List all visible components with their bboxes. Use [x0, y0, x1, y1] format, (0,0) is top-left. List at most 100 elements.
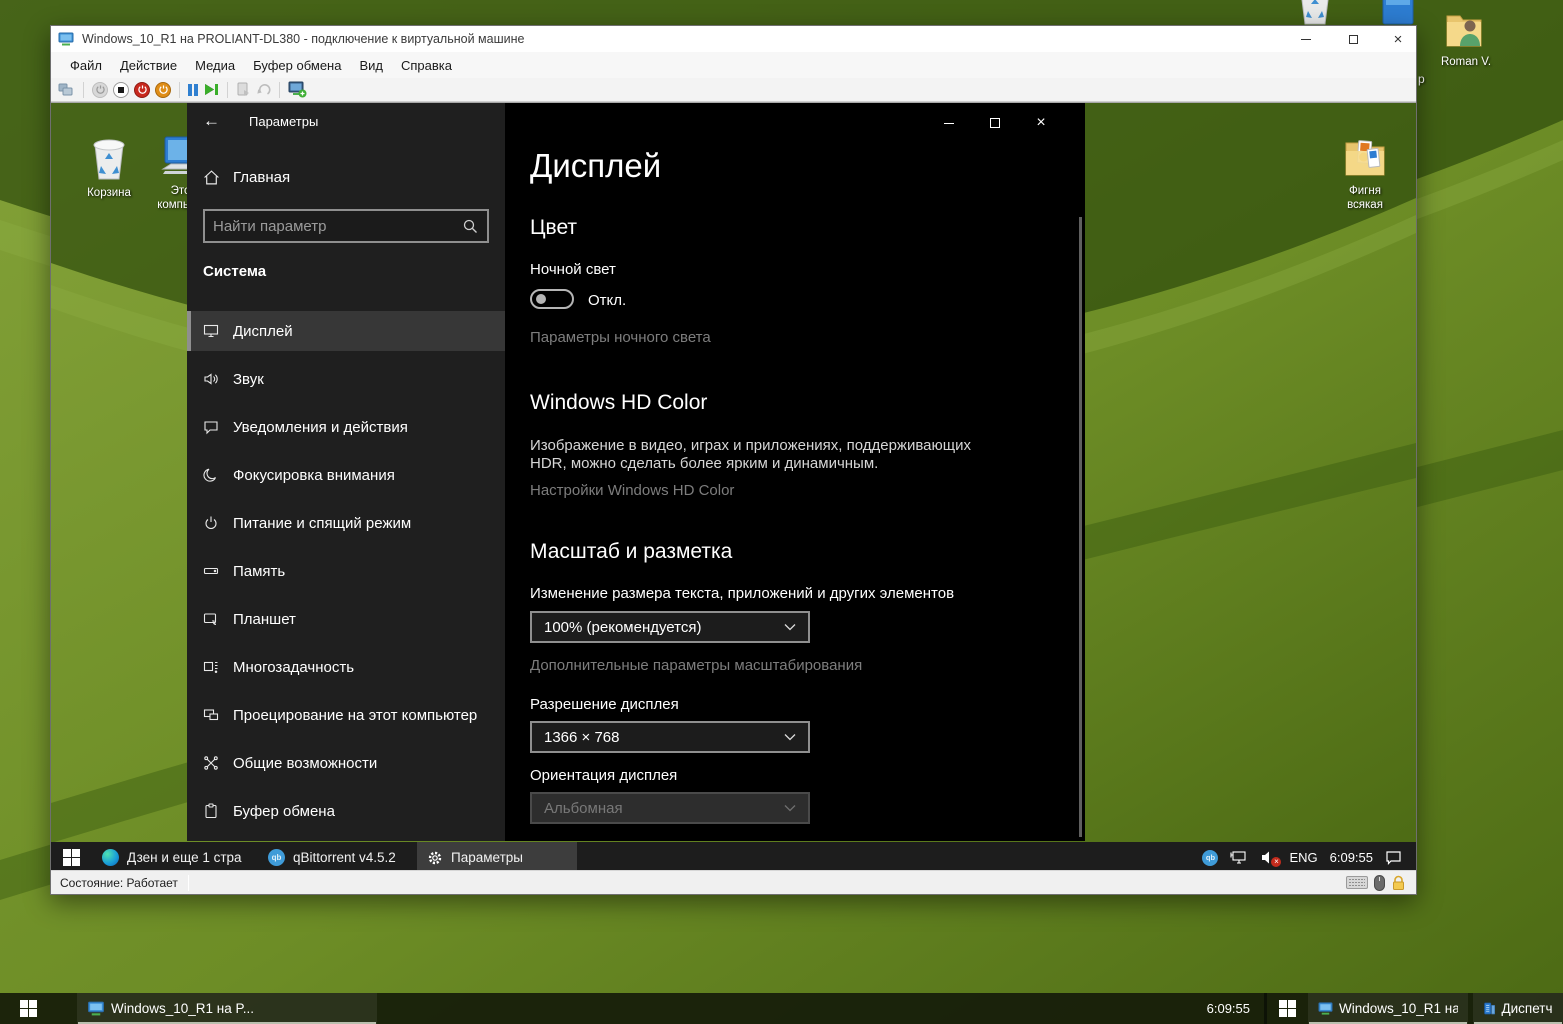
tablet-icon [203, 611, 219, 627]
taskbar-item-label: Windows_10_R1 на P... [1339, 1001, 1458, 1016]
resolution-dropdown[interactable]: 1366 × 768 [530, 721, 810, 753]
sidebar-item-label: Проецирование на этот компьютер [233, 707, 477, 724]
minimize-button[interactable] [1289, 29, 1323, 49]
toolbar-separator [83, 82, 84, 98]
sidebar-item-projecting[interactable]: Проецирование на этот компьютер [187, 695, 505, 735]
menu-action[interactable]: Действие [111, 54, 186, 77]
shut-down-button[interactable] [134, 82, 150, 98]
settings-maximize-button[interactable] [979, 111, 1011, 135]
advanced-scaling-link[interactable]: Дополнительные параметры масштабирования [530, 657, 862, 674]
keyboard-status-icon [1346, 876, 1368, 889]
sidebar-item-sound[interactable]: Звук [187, 359, 505, 399]
icon-label: Корзина [75, 186, 143, 200]
settings-search-box[interactable] [203, 209, 489, 243]
color-heading: Цвет [530, 216, 577, 240]
menu-help[interactable]: Справка [392, 54, 461, 77]
enhanced-session-button[interactable] [288, 81, 307, 98]
vm-taskbar-qbittorrent[interactable]: qb qBittorrent v4.5.2 [258, 842, 415, 872]
sidebar-item-label: Звук [233, 371, 264, 388]
network-tray-icon[interactable] [1230, 850, 1248, 866]
settings-minimize-button[interactable] [933, 111, 965, 135]
search-input[interactable] [205, 218, 463, 235]
sidebar-item-multitasking[interactable]: Многозадачность [187, 647, 505, 687]
lock-status-icon [1391, 875, 1406, 891]
sidebar-item-label: Память [233, 563, 285, 580]
host-taskbar-task-manager[interactable]: Диспетчер [1473, 993, 1563, 1024]
menu-clipboard[interactable]: Буфер обмена [244, 54, 350, 77]
sidebar-item-focus-assist[interactable]: Фокусировка внимания [187, 455, 505, 495]
pause-button[interactable] [188, 84, 198, 96]
vm-desktop-icon-misc-folder[interactable]: Фигня всякая [1331, 135, 1399, 212]
sidebar-item-power-sleep[interactable]: Питание и спящий режим [187, 503, 505, 543]
sidebar-item-clipboard[interactable]: Буфер обмена [187, 791, 505, 831]
sidebar-item-home[interactable]: Главная [233, 169, 290, 186]
vmconnect-titlebar[interactable]: Windows_10_R1 на PROLIANT-DL380 - подклю… [51, 26, 1416, 52]
reset-button[interactable] [203, 83, 219, 96]
hdr-settings-link[interactable]: Настройки Windows HD Color [530, 482, 734, 499]
sidebar-item-label: Планшет [233, 611, 296, 628]
host-clock[interactable]: 6:09:55 [1207, 1001, 1264, 1016]
close-button[interactable]: × [1381, 29, 1415, 49]
settings-sidebar: ← Параметры Главная Система Дисплей [187, 103, 505, 841]
maximize-button[interactable] [1336, 29, 1370, 49]
save-vm-button[interactable] [155, 82, 171, 98]
checkpoint-button[interactable] [236, 82, 251, 97]
night-light-toggle[interactable] [530, 289, 574, 309]
host-start-button-2[interactable] [1267, 1000, 1308, 1017]
night-light-settings-link[interactable]: Параметры ночного света [530, 329, 711, 346]
sidebar-item-label: Дисплей [233, 323, 293, 340]
scale-dropdown[interactable]: 100% (рекомендуется) [530, 611, 810, 643]
hdr-description-line2: HDR, можно сделать более ярким и динамич… [530, 455, 878, 472]
language-indicator[interactable]: ENG [1289, 850, 1317, 865]
toolbar-separator [279, 82, 280, 98]
host-start-button[interactable] [0, 1000, 51, 1017]
turn-off-button[interactable] [113, 82, 129, 98]
sidebar-item-display[interactable]: Дисплей [187, 311, 505, 351]
sidebar-item-label: Буфер обмена [233, 803, 335, 820]
taskbar-item-label: Параметры [451, 850, 523, 865]
page-title: Дисплей [530, 147, 661, 185]
back-button[interactable]: ← [203, 111, 220, 131]
vm-taskbar-edge[interactable]: Дзен и еще 1 страни... [92, 842, 252, 872]
host-taskbar-vm-window[interactable]: Windows_10_R1 на P... [77, 993, 377, 1024]
sidebar-item-storage[interactable]: Память [187, 551, 505, 591]
chevron-down-icon [784, 804, 796, 812]
projecting-icon [203, 707, 219, 723]
volume-muted-icon[interactable]: × [1260, 850, 1277, 865]
settings-main: × Дисплей Цвет Ночной свет Откл. Парамет… [505, 103, 1085, 841]
vm-clock[interactable]: 6:09:55 [1330, 850, 1373, 865]
sidebar-item-label: Уведомления и действия [233, 419, 408, 436]
scale-label: Изменение размера текста, приложений и д… [530, 585, 954, 602]
settings-scrollbar[interactable] [1079, 217, 1082, 837]
host-taskbar-vm-window-2[interactable]: Windows_10_R1 на P... [1308, 993, 1468, 1024]
ctrl-alt-del-button[interactable] [57, 82, 75, 98]
menu-file[interactable]: Файл [61, 54, 111, 77]
host-desktop-icon-roman[interactable]: Roman V. [1432, 8, 1500, 69]
start-vm-button[interactable] [92, 82, 108, 98]
settings-close-button[interactable]: × [1025, 111, 1057, 135]
menu-view[interactable]: Вид [350, 54, 392, 77]
qbittorrent-tray-icon[interactable]: qb [1202, 850, 1218, 866]
vm-taskbar-settings[interactable]: Параметры [417, 842, 577, 872]
menu-media[interactable]: Медиа [186, 54, 244, 77]
action-center-icon[interactable] [1385, 850, 1402, 865]
scale-value: 100% (рекомендуется) [544, 619, 701, 636]
host-desktop-icon-clipped-bin[interactable] [1293, 0, 1341, 27]
sidebar-item-tablet[interactable]: Планшет [187, 599, 505, 639]
qbittorrent-icon: qb [268, 849, 285, 866]
chevron-down-icon [784, 733, 796, 741]
sidebar-item-shared-experiences[interactable]: Общие возможности [187, 743, 505, 783]
search-icon [463, 219, 478, 234]
orientation-label: Ориентация дисплея [530, 767, 677, 784]
sidebar-item-notifications[interactable]: Уведомления и действия [187, 407, 505, 447]
orientation-value: Альбомная [544, 800, 623, 817]
vm-desktop-icon-recycle-bin[interactable]: Корзина [75, 133, 143, 200]
sidebar-item-label: Многозадачность [233, 659, 354, 676]
settings-window: ← Параметры Главная Система Дисплей [187, 103, 1085, 841]
display-icon [203, 323, 219, 339]
orientation-dropdown[interactable]: Альбомная [530, 792, 810, 824]
vm-status-text: Состояние: Работает [60, 876, 178, 890]
vmconnect-toolbar [51, 78, 1416, 102]
revert-button[interactable] [256, 83, 271, 97]
vm-start-button[interactable] [51, 849, 92, 866]
